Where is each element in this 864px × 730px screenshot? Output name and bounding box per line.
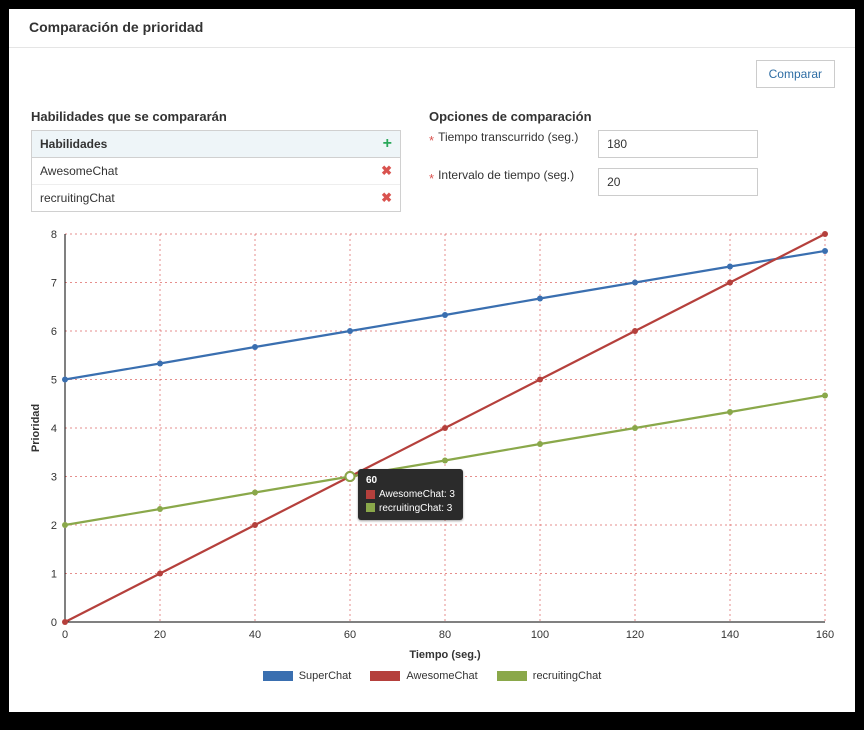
- skills-table-header: Habilidades +: [32, 131, 400, 158]
- action-bar: Comparar: [9, 48, 855, 101]
- table-row: AwesomeChat ✖: [32, 158, 400, 185]
- legend-label: AwesomeChat: [406, 670, 477, 682]
- svg-text:2: 2: [51, 520, 57, 532]
- svg-text:40: 40: [249, 629, 261, 641]
- skills-panel: Habilidades que se compararán Habilidade…: [31, 109, 401, 212]
- table-row: recruitingChat ✖: [32, 185, 400, 211]
- elapsed-input[interactable]: [598, 130, 758, 158]
- chart-svg: 0 20 40 60 80 100 120 140 160 0 1 2 3 4 5 6 7 8 Tiempo (se…: [27, 224, 835, 664]
- svg-text:1: 1: [51, 569, 57, 581]
- legend-item[interactable]: AwesomeChat: [370, 670, 477, 682]
- svg-text:60: 60: [344, 629, 356, 641]
- legend-swatch: [263, 671, 293, 681]
- legend-label: recruitingChat: [533, 670, 601, 682]
- svg-text:140: 140: [721, 629, 739, 641]
- svg-text:160: 160: [816, 629, 834, 641]
- options-panel: Opciones de comparación * Tiempo transcu…: [429, 109, 833, 212]
- svg-text:7: 7: [51, 278, 57, 290]
- svg-text:0: 0: [51, 617, 57, 629]
- chart-tooltip: 60AwesomeChat: 3recruitingChat: 3: [358, 469, 463, 521]
- svg-text:120: 120: [626, 629, 644, 641]
- svg-text:20: 20: [154, 629, 166, 641]
- svg-text:Prioridad: Prioridad: [30, 404, 42, 452]
- skills-section-title: Habilidades que se compararán: [31, 109, 401, 124]
- skill-name: recruitingChat: [40, 191, 115, 205]
- skills-table: Habilidades + AwesomeChat ✖ recruitingCh…: [31, 130, 401, 212]
- option-row-elapsed: * Tiempo transcurrido (seg.): [429, 130, 833, 158]
- required-marker: *: [429, 171, 434, 186]
- option-row-interval: * Intervalo de tiempo (seg.): [429, 168, 833, 196]
- legend-label: SuperChat: [299, 670, 352, 682]
- svg-text:Tiempo (seg.): Tiempo (seg.): [409, 649, 481, 661]
- header: Comparación de prioridad: [9, 9, 855, 48]
- required-marker: *: [429, 133, 434, 148]
- chart-legend: SuperChat AwesomeChat recruitingChat: [27, 664, 837, 682]
- svg-text:4: 4: [51, 423, 57, 435]
- svg-text:3: 3: [51, 472, 57, 484]
- legend-swatch: [497, 671, 527, 681]
- add-skill-icon[interactable]: +: [383, 137, 392, 151]
- svg-text:0: 0: [62, 629, 68, 641]
- svg-text:80: 80: [439, 629, 451, 641]
- svg-text:100: 100: [531, 629, 549, 641]
- page-title: Comparación de prioridad: [29, 19, 835, 35]
- remove-skill-icon[interactable]: ✖: [381, 163, 392, 179]
- interval-input[interactable]: [598, 168, 758, 196]
- interval-label: Intervalo de tiempo (seg.): [438, 168, 588, 183]
- svg-text:6: 6: [51, 326, 57, 338]
- config-section: Habilidades que se compararán Habilidade…: [9, 101, 855, 218]
- skill-name: AwesomeChat: [40, 164, 118, 178]
- elapsed-label: Tiempo transcurrido (seg.): [438, 130, 588, 145]
- legend-swatch: [370, 671, 400, 681]
- legend-item[interactable]: SuperChat: [263, 670, 352, 682]
- svg-text:5: 5: [51, 375, 57, 387]
- svg-text:8: 8: [51, 229, 57, 241]
- remove-skill-icon[interactable]: ✖: [381, 190, 392, 206]
- skills-header-label: Habilidades: [40, 137, 107, 151]
- legend-item[interactable]: recruitingChat: [497, 670, 601, 682]
- compare-button[interactable]: Comparar: [756, 60, 835, 88]
- app-window: Comparación de prioridad Comparar Habili…: [9, 9, 855, 712]
- chart: 0 20 40 60 80 100 120 140 160 0 1 2 3 4 5 6 7 8 Tiempo (se…: [27, 224, 837, 694]
- options-section-title: Opciones de comparación: [429, 109, 833, 124]
